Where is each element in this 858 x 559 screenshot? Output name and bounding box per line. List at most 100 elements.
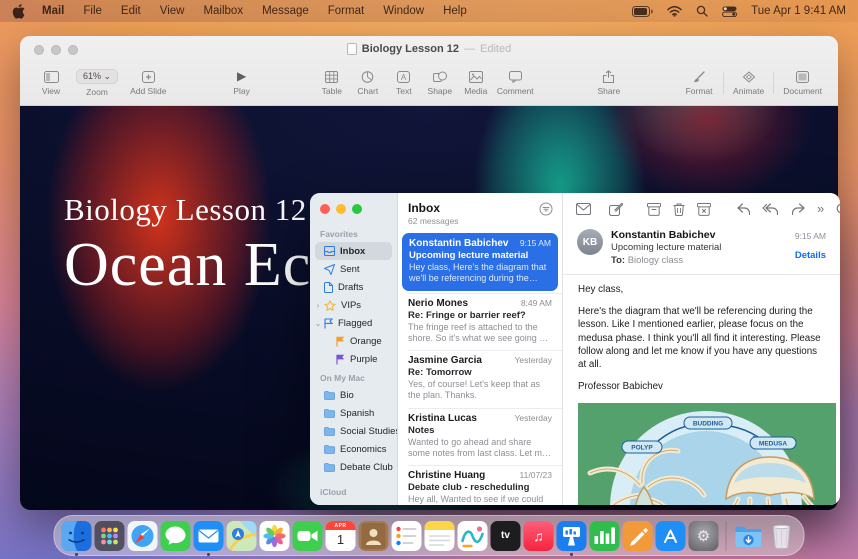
message-row[interactable]: Christine Huang11/07/23 Debate club - re… [398,465,562,505]
keynote-animate-button[interactable]: Animate [733,71,764,96]
reply-icon[interactable] [737,203,750,215]
tv-logo-text: tv [501,530,510,541]
dock-facetime-icon[interactable] [293,521,323,551]
menu-window[interactable]: Window [383,5,424,17]
media-icon [469,71,483,83]
trash-icon[interactable] [673,203,685,216]
dock-safari-icon[interactable] [128,521,158,551]
dock-reminders-icon[interactable] [392,521,422,551]
mail-traffic-lights[interactable] [310,202,397,224]
keynote-table-button[interactable]: Table [317,71,347,96]
menu-mailbox[interactable]: Mailbox [203,5,243,17]
search-icon[interactable] [696,5,708,17]
dock-maps-icon[interactable] [227,521,257,551]
sidebar-item-orange-flag[interactable]: Orange [310,332,397,350]
minimize-button[interactable] [336,204,346,214]
dock-app-store-icon[interactable] [656,521,686,551]
dock-photos-icon[interactable] [260,521,290,551]
dock-numbers-icon[interactable] [590,521,620,551]
menubar-clock[interactable]: Tue Apr 1 9:41 AM [751,5,846,17]
keynote-zoom-control[interactable]: 61% ⌄ Zoom [76,69,118,97]
sidebar-folder-spanish[interactable]: Spanish [310,404,397,422]
sidebar-folder-economics[interactable]: Economics [310,440,397,458]
compose-icon[interactable] [609,203,623,216]
menu-format[interactable]: Format [328,5,364,17]
dock-contacts-icon[interactable] [359,521,389,551]
disclosure-chevron-icon[interactable]: ⌄ [314,319,322,328]
dock-downloads-icon[interactable] [734,521,764,551]
diagram-label-medusa: MEDUSA [759,440,787,447]
sidebar-item-purple-flag[interactable]: Purple [310,350,397,368]
folder-icon [324,409,335,418]
zoom-level-button[interactable]: 61% ⌄ [76,69,118,84]
wifi-icon[interactable] [667,6,682,17]
menu-edit[interactable]: Edit [121,5,141,17]
archive-icon[interactable] [647,203,661,216]
folder-icon [324,463,335,472]
icloud-section-label[interactable]: iCloud [310,482,397,500]
keynote-share-button[interactable]: Share [594,70,624,96]
message-row[interactable]: Nerio Mones8:49 AM Re: Fringe or barrier… [398,293,562,351]
jellyfish-lifecycle-diagram: POLYP BUDDING MEDUSA [578,403,836,505]
keynote-shape-button[interactable]: Shape [425,71,455,96]
dock-launchpad-icon[interactable] [95,521,125,551]
dock-pages-icon[interactable] [623,521,653,551]
table-icon [325,71,338,83]
forward-icon[interactable] [792,203,805,215]
get-mail-icon[interactable] [576,203,591,215]
menu-message[interactable]: Message [262,5,309,17]
smart-mailboxes-section-label[interactable]: Smart Mailboxes [310,504,397,505]
keynote-document-button[interactable]: Document [783,71,822,96]
battery-icon[interactable] [632,6,653,17]
keynote-media-button[interactable]: Media [461,71,491,96]
dock-apple-tv-icon[interactable]: tv [491,521,521,551]
details-link[interactable]: Details [795,250,826,261]
menu-file[interactable]: File [83,5,102,17]
text-icon: A [397,71,410,83]
dock-finder-icon[interactable] [62,521,92,551]
keynote-comment-button[interactable]: Comment [497,71,534,96]
dock-calendar-icon[interactable]: APR 1 [326,521,356,551]
sidebar-item-sent[interactable]: Sent [310,260,397,278]
search-icon[interactable] [836,203,840,216]
keynote-text-button[interactable]: A Text [389,71,419,96]
reply-all-icon[interactable] [762,203,778,215]
more-actions-icon[interactable]: » [817,204,824,214]
keynote-chart-button[interactable]: Chart [353,71,383,96]
message-list: Konstantin Babichev9:15 AM Upcoming lect… [398,231,562,505]
keynote-play-button[interactable]: ▶ Play [227,70,257,96]
control-center-icon[interactable] [722,6,737,17]
menu-app-name[interactable]: Mail [42,5,64,17]
dock-notes-icon[interactable] [425,521,455,551]
keynote-add-slide-button[interactable]: Add Slide [130,71,166,96]
on-my-mac-section-label: On My Mac [310,368,397,386]
svg-text:A: A [401,73,407,82]
sidebar-item-drafts[interactable]: Drafts [310,278,397,296]
filter-icon[interactable] [539,202,553,216]
dock-freeform-icon[interactable] [458,521,488,551]
junk-icon[interactable] [697,203,711,216]
sidebar-folder-social-studies[interactable]: Social Studies [310,422,397,440]
close-button[interactable] [320,204,330,214]
sidebar-item-flagged[interactable]: ⌄ Flagged [310,314,397,332]
sidebar-item-vips[interactable]: › VIPs [310,296,397,314]
menu-help[interactable]: Help [443,5,467,17]
keynote-format-button[interactable]: Format [684,71,714,96]
dock-music-icon[interactable]: ♫ [524,521,554,551]
dock-keynote-icon[interactable] [557,521,587,551]
message-row[interactable]: Jasmine GarciaYesterday Re: Tomorrow Yes… [398,350,562,408]
sidebar-folder-debate-club[interactable]: Debate Club [310,458,397,476]
message-row-selected[interactable]: Konstantin Babichev9:15 AM Upcoming lect… [402,233,558,291]
keynote-view-button[interactable]: View [36,71,66,96]
dock-mail-icon[interactable] [194,521,224,551]
menu-view[interactable]: View [160,5,185,17]
sidebar-folder-bio[interactable]: Bio [310,386,397,404]
dock-system-settings-icon[interactable]: ⚙ [689,521,719,551]
message-row[interactable]: Kristina LucasYesterday Notes Wanted to … [398,408,562,466]
sidebar-item-inbox[interactable]: Inbox [315,242,392,260]
disclosure-chevron-icon[interactable]: › [314,301,322,310]
apple-menu-icon[interactable] [12,4,25,19]
zoom-button[interactable] [352,204,362,214]
dock-trash-icon[interactable] [767,521,797,551]
dock-messages-icon[interactable] [161,521,191,551]
